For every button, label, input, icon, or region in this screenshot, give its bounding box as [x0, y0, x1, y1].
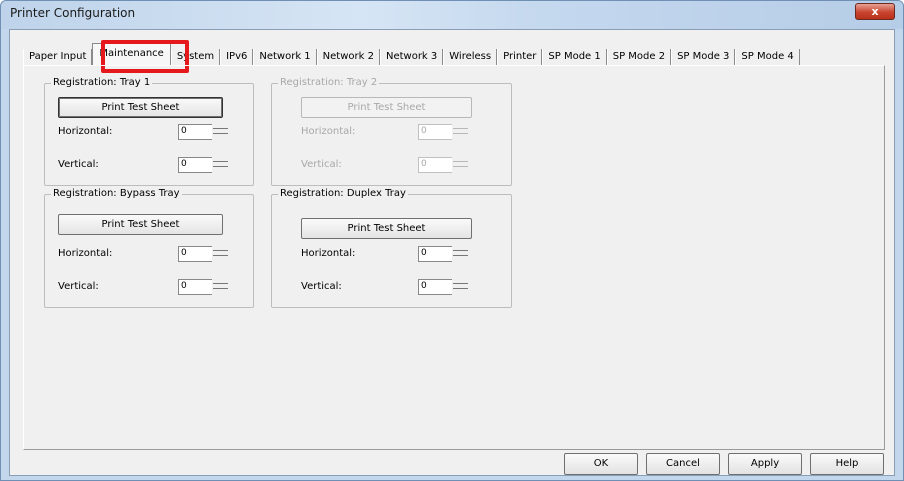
tray-2-horizontal-spinbox[interactable]: 0	[418, 124, 452, 140]
button-label: Print Test Sheet	[101, 102, 180, 113]
bypass-vertical-label: Vertical:	[58, 281, 99, 292]
tray-2-vertical-label: Vertical:	[301, 159, 342, 170]
group-title-bypass-tray: Registration: Bypass Tray	[51, 188, 182, 199]
duplex-vertical-spin-arrows-icon[interactable]	[453, 279, 468, 295]
tray-2-vertical-spin-arrows-icon[interactable]	[453, 157, 468, 173]
bypass-horizontal-label: Horizontal:	[58, 248, 113, 259]
tab-sp-mode-1[interactable]: SP Mode 1	[542, 49, 607, 65]
group-tray-2: Registration: Tray 2 Print Test Sheet Ho…	[271, 77, 512, 186]
dialog-client-area: Paper Input Maintenance System IPv6 Netw…	[9, 29, 895, 476]
button-label: Print Test Sheet	[347, 223, 426, 234]
tray-1-print-test-sheet-button[interactable]: Print Test Sheet	[58, 97, 223, 118]
spin-value: 0	[421, 281, 427, 291]
tray-2-print-test-sheet-button[interactable]: Print Test Sheet	[301, 97, 472, 118]
tray-2-horizontal-spin-arrows-icon[interactable]	[453, 124, 468, 140]
tray-1-horizontal-spin-arrows-icon[interactable]	[213, 124, 228, 140]
spin-value: 0	[181, 248, 187, 258]
cancel-button[interactable]: Cancel	[646, 453, 720, 475]
tray-1-vertical-label: Vertical:	[58, 159, 99, 170]
duplex-vertical-label: Vertical:	[301, 281, 342, 292]
duplex-horizontal-spin-arrows-icon[interactable]	[453, 246, 468, 262]
printer-configuration-window: Printer Configuration x Paper Input Main…	[0, 0, 904, 481]
tab-sp-mode-4[interactable]: SP Mode 4	[735, 49, 800, 65]
bypass-print-test-sheet-button[interactable]: Print Test Sheet	[58, 214, 223, 235]
group-bypass-tray: Registration: Bypass Tray Print Test She…	[44, 188, 254, 308]
spin-value: 0	[181, 159, 187, 169]
tab-network-3[interactable]: Network 3	[379, 49, 444, 65]
group-title-duplex-tray: Registration: Duplex Tray	[278, 188, 408, 199]
spin-value: 0	[181, 126, 187, 136]
bypass-horizontal-spinbox[interactable]: 0	[178, 246, 212, 262]
spin-value: 0	[421, 159, 427, 169]
tray-1-horizontal-label: Horizontal:	[58, 126, 113, 137]
help-button[interactable]: Help	[810, 453, 884, 475]
group-tray-1: Registration: Tray 1 Print Test Sheet Ho…	[44, 77, 254, 186]
button-label: Print Test Sheet	[347, 102, 426, 113]
tab-ipv6[interactable]: IPv6	[220, 49, 254, 65]
group-duplex-tray: Registration: Duplex Tray Print Test She…	[271, 188, 512, 308]
tray-1-vertical-spin-arrows-icon[interactable]	[213, 157, 228, 173]
tab-sp-mode-2[interactable]: SP Mode 2	[606, 49, 672, 65]
ok-button[interactable]: OK	[564, 453, 638, 475]
tray-1-horizontal-spinbox[interactable]: 0	[178, 124, 212, 140]
bypass-vertical-spin-arrows-icon[interactable]	[213, 279, 228, 295]
tray-2-vertical-spinbox[interactable]: 0	[418, 157, 452, 173]
tab-sp-mode-3[interactable]: SP Mode 3	[671, 49, 736, 65]
window-title: Printer Configuration	[10, 6, 136, 20]
spin-value: 0	[421, 248, 427, 258]
duplex-horizontal-spinbox[interactable]: 0	[418, 246, 452, 262]
spin-value: 0	[421, 126, 427, 136]
group-title-tray-1: Registration: Tray 1	[51, 77, 153, 88]
duplex-horizontal-label: Horizontal:	[301, 248, 356, 259]
tray-2-horizontal-label: Horizontal:	[301, 126, 356, 137]
duplex-vertical-spinbox[interactable]: 0	[418, 279, 452, 295]
tab-paper-input[interactable]: Paper Input	[23, 49, 93, 65]
tab-network-1[interactable]: Network 1	[253, 49, 317, 65]
spin-value: 0	[181, 281, 187, 291]
tab-wireless[interactable]: Wireless	[443, 49, 498, 65]
tab-network-2[interactable]: Network 2	[316, 49, 380, 65]
tray-1-vertical-spinbox[interactable]: 0	[178, 157, 212, 173]
button-label: Print Test Sheet	[101, 219, 180, 230]
title-bar[interactable]: Printer Configuration x	[1, 1, 903, 29]
apply-button[interactable]: Apply	[728, 453, 802, 475]
duplex-print-test-sheet-button[interactable]: Print Test Sheet	[301, 218, 472, 239]
close-button[interactable]: x	[855, 3, 895, 20]
tab-printer[interactable]: Printer	[497, 49, 543, 65]
group-title-tray-2: Registration: Tray 2	[278, 77, 380, 88]
maintenance-panel: Registration: Tray 1 Print Test Sheet Ho…	[23, 65, 885, 450]
bypass-vertical-spinbox[interactable]: 0	[178, 279, 212, 295]
bypass-horizontal-spin-arrows-icon[interactable]	[213, 246, 228, 262]
